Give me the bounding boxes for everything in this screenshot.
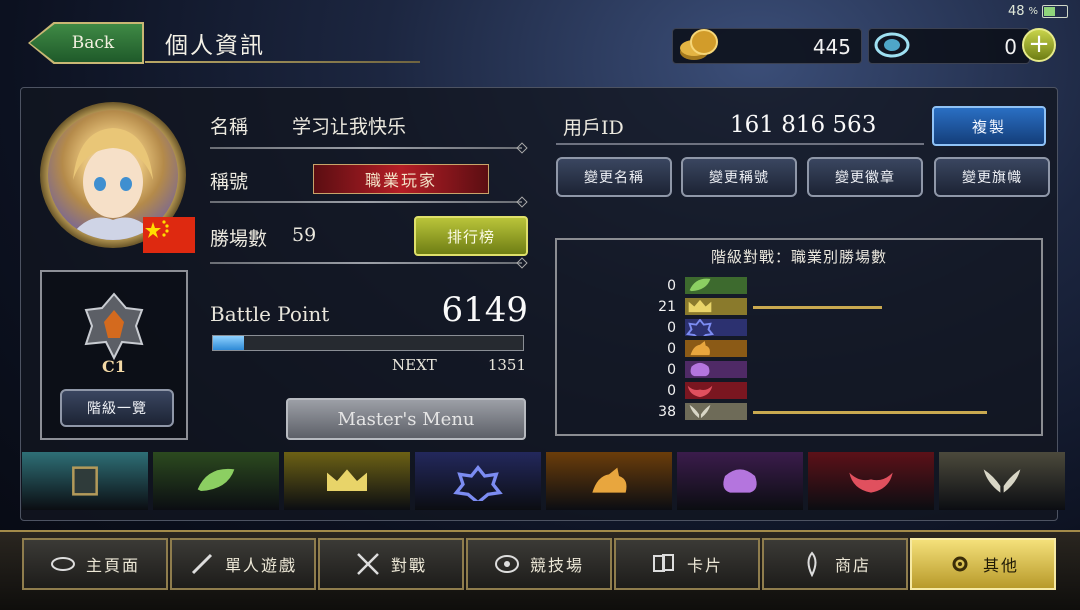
settings-icon xyxy=(952,556,968,572)
class-tab-bat[interactable] xyxy=(808,452,934,510)
leaf-icon xyxy=(685,277,747,294)
china-flag-icon xyxy=(143,217,195,253)
masters-menu-button[interactable]: Master's Menu xyxy=(286,398,526,440)
coin-value: 445 xyxy=(812,35,851,59)
wins-label: 勝場數 xyxy=(210,228,268,250)
nav-settings[interactable]: 其他 xyxy=(910,538,1056,590)
rank-value: C1 xyxy=(102,357,126,376)
arena-icon xyxy=(494,555,519,573)
rank-list-button[interactable]: 階級一覽 xyxy=(60,389,174,427)
change-name-button[interactable]: 變更名稱 xyxy=(556,157,672,197)
nav-sword[interactable]: 單人遊戲 xyxy=(170,538,316,590)
home-icon xyxy=(50,557,75,571)
nav-cards[interactable]: 卡片 xyxy=(614,538,760,590)
title-label: 稱號 xyxy=(210,171,249,193)
leaf-icon xyxy=(197,468,235,491)
battle-point-progress-fill xyxy=(213,336,244,350)
battery-level: 48 xyxy=(1007,4,1025,19)
class-wins-bar xyxy=(753,411,987,414)
crystal-value: 0 xyxy=(1004,35,1017,59)
wings-icon xyxy=(685,403,747,420)
next-value: 1351 xyxy=(487,356,526,374)
sword-icon xyxy=(191,553,213,575)
name-value: 学习让我快乐 xyxy=(292,116,407,138)
class-wins-value: 0 xyxy=(667,362,676,378)
crystal-icon xyxy=(874,32,910,58)
nav-shop[interactable]: 商店 xyxy=(762,538,908,590)
page-title: 個人資訊 xyxy=(165,33,265,59)
class-wins-value: 0 xyxy=(667,383,676,399)
star-icon xyxy=(685,318,747,342)
battle-point-label: Battle Point xyxy=(210,302,330,326)
change-emblem-button[interactable]: 變更徽章 xyxy=(807,157,923,197)
crown-icon xyxy=(685,298,747,315)
battery-percent: % xyxy=(1028,6,1038,17)
class-wins-title: 階級對戰：職業別勝場數 xyxy=(710,248,887,266)
nav-home[interactable]: 主頁面 xyxy=(22,538,168,590)
separator xyxy=(210,201,522,203)
nav-label: 主頁面 xyxy=(85,556,140,575)
add-crystal-button[interactable]: + xyxy=(1022,28,1056,62)
skull-icon xyxy=(685,361,747,378)
user-id-value: 161 816 563 xyxy=(730,112,877,138)
nav-label: 其他 xyxy=(982,556,1019,575)
class-tab-crown[interactable] xyxy=(284,452,410,510)
skull-icon xyxy=(723,469,757,493)
class-wins-value: 0 xyxy=(667,341,676,357)
cards-icon xyxy=(652,554,674,572)
dragon-icon xyxy=(592,467,627,493)
title-underline xyxy=(145,61,420,63)
wings-icon xyxy=(983,469,1021,493)
class-tab-star[interactable] xyxy=(415,452,541,510)
class-wins-value: 0 xyxy=(667,320,676,336)
wins-value: 59 xyxy=(292,224,317,246)
class-tab-leaf[interactable] xyxy=(153,452,279,510)
battle-point-value: 6149 xyxy=(441,290,528,330)
bat-icon xyxy=(685,382,747,399)
dragon-icon xyxy=(685,340,747,357)
coin-icon xyxy=(680,29,718,60)
nav-arena[interactable]: 競技場 xyxy=(466,538,612,590)
class-tab-card[interactable] xyxy=(22,452,148,510)
class-tab-wings[interactable] xyxy=(939,452,1065,510)
nav-label: 競技場 xyxy=(529,556,584,575)
copy-id-button[interactable]: 複製 xyxy=(932,106,1046,146)
rank-emblem-icon xyxy=(84,292,144,361)
card-icon xyxy=(72,466,98,496)
separator xyxy=(210,147,522,149)
user-id-label: 用戶ID xyxy=(563,117,624,139)
class-tab-skull[interactable] xyxy=(677,452,803,510)
battery-icon xyxy=(1042,5,1068,18)
class-wins-bar xyxy=(753,306,883,309)
nav-label: 對戰 xyxy=(390,556,427,575)
crossed-swords-icon xyxy=(357,553,379,575)
next-label: NEXT xyxy=(392,356,437,374)
separator xyxy=(210,262,522,264)
bat-icon xyxy=(849,472,893,493)
class-tab-dragon[interactable] xyxy=(546,452,672,510)
class-wins-value: 21 xyxy=(658,299,676,315)
battle-point-progress xyxy=(212,335,524,351)
nav-label: 卡片 xyxy=(686,556,723,575)
crown-icon xyxy=(327,469,367,491)
shop-icon xyxy=(807,551,817,577)
class-wins-value: 38 xyxy=(658,404,676,420)
class-wins-panel xyxy=(555,238,1043,436)
change-flag-button[interactable]: 變更旗幟 xyxy=(934,157,1050,197)
nav-label: 單人遊戲 xyxy=(224,556,297,575)
nav-label: 商店 xyxy=(834,556,871,575)
change-title-button[interactable]: 變更稱號 xyxy=(681,157,797,197)
star-icon xyxy=(453,464,503,501)
nav-crossed-swords[interactable]: 對戰 xyxy=(318,538,464,590)
class-wins-value: 0 xyxy=(667,278,676,294)
title-badge: 職業玩家 xyxy=(313,164,489,194)
battery-indicator: 48% xyxy=(1008,4,1068,19)
name-label: 名稱 xyxy=(210,116,249,138)
leaderboard-button[interactable]: 排行榜 xyxy=(414,216,528,256)
